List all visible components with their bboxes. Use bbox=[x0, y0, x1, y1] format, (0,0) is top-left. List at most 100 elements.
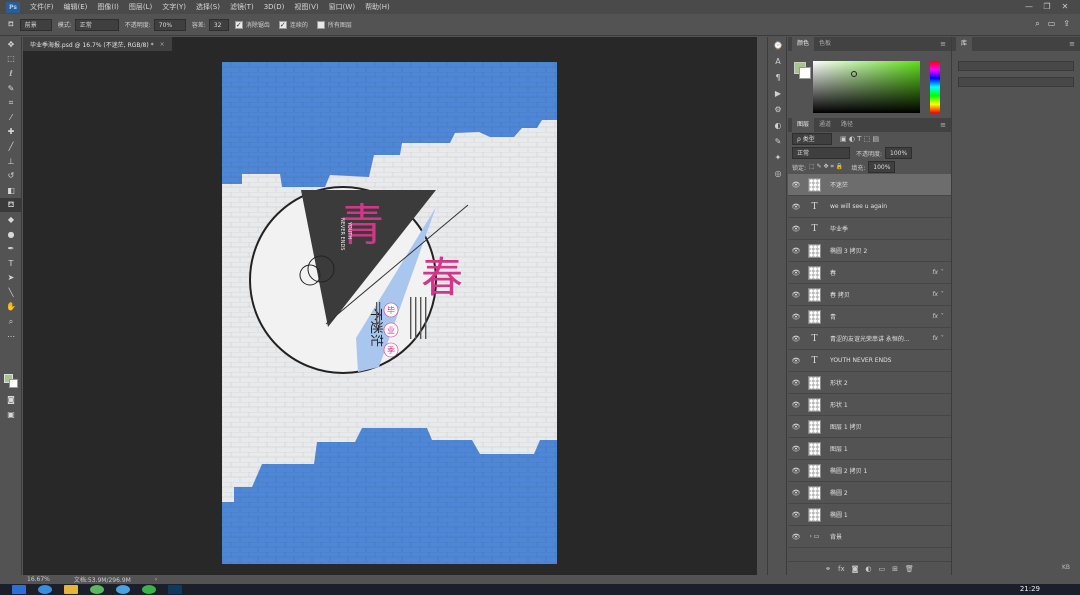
layer-row[interactable]: 👁 春 拷贝 fx ˅ bbox=[788, 284, 951, 306]
antialias-checkbox[interactable] bbox=[234, 20, 243, 29]
layer-effects-icon[interactable]: fx ˅ bbox=[932, 335, 943, 342]
marquee-tool-icon[interactable]: ⬚ bbox=[0, 52, 22, 67]
menu-item[interactable]: 文字(Y) bbox=[157, 0, 191, 14]
eyedropper-tool-icon[interactable]: ⁄ bbox=[0, 110, 22, 125]
layer-row[interactable]: 👁 › ▭ 背景 bbox=[788, 526, 951, 548]
group-icon[interactable]: ▭ bbox=[879, 565, 886, 573]
panel-menu-icon[interactable]: ≡ bbox=[940, 121, 946, 129]
tab-libraries[interactable]: 库 bbox=[956, 37, 973, 51]
color-bg-swatch[interactable] bbox=[799, 67, 811, 79]
photoshop-taskbar-icon[interactable] bbox=[168, 585, 182, 594]
tab-swatches[interactable]: 色板 bbox=[814, 37, 836, 51]
tab-color[interactable]: 颜色 bbox=[792, 37, 815, 51]
background-color[interactable] bbox=[9, 379, 18, 388]
visibility-eye-icon[interactable]: 👁 bbox=[788, 445, 804, 453]
wechat-icon[interactable] bbox=[142, 585, 156, 594]
contiguous-checkbox[interactable] bbox=[278, 20, 287, 29]
menu-item[interactable]: 窗口(W) bbox=[324, 0, 360, 14]
layer-row[interactable]: 👁 形状 2 bbox=[788, 372, 951, 394]
close-icon[interactable]: ✕ bbox=[1056, 0, 1074, 14]
zoom-tool-icon[interactable]: ⌕ bbox=[0, 314, 22, 329]
library-select[interactable] bbox=[958, 61, 1074, 71]
layer-row[interactable]: 👁 椭圆 2 bbox=[788, 482, 951, 504]
crop-tool-icon[interactable]: ⌗ bbox=[0, 95, 22, 110]
healing-tool-icon[interactable]: ✚ bbox=[0, 125, 22, 140]
color-field[interactable] bbox=[813, 61, 920, 113]
layer-row[interactable]: 👁 Twe will see u again bbox=[788, 196, 951, 218]
layer-filter-select[interactable]: ρ 类型 bbox=[792, 133, 832, 145]
layer-row[interactable]: 👁 T 毕业季 bbox=[788, 218, 951, 240]
layer-effects-icon[interactable]: fx ˅ bbox=[932, 269, 943, 276]
pen-tool-icon[interactable]: ✒ bbox=[0, 241, 22, 256]
library-search[interactable] bbox=[958, 77, 1074, 87]
adjustment-icon[interactable]: ◐ bbox=[865, 565, 871, 573]
all-layers-checkbox[interactable] bbox=[316, 20, 325, 29]
more-tools-icon[interactable]: ⋯ bbox=[0, 329, 22, 344]
properties-icon[interactable]: ⚙ bbox=[768, 101, 788, 117]
menu-item[interactable]: 滤镜(T) bbox=[225, 0, 259, 14]
layer-row[interactable]: 👁 椭圆 2 拷贝 1 bbox=[788, 460, 951, 482]
layer-row[interactable]: 👁 T 青涩的友谊光荣串讲 永恒的... fx ˅ bbox=[788, 328, 951, 350]
minimize-icon[interactable]: — bbox=[1020, 0, 1038, 14]
tab-paths[interactable]: 路径 bbox=[836, 118, 858, 132]
start-icon[interactable] bbox=[12, 585, 26, 594]
restore-icon[interactable]: ❐ bbox=[1038, 0, 1056, 14]
tab-layers[interactable]: 图层 bbox=[792, 118, 815, 132]
layer-row[interactable]: 👁 形状 1 bbox=[788, 394, 951, 416]
layer-effects-icon[interactable]: fx ˅ bbox=[932, 291, 943, 298]
visibility-eye-icon[interactable]: 👁 bbox=[788, 533, 804, 541]
document-tab[interactable]: 毕业季海报.psd @ 16.7% (不迷茫, RGB/8) * × bbox=[23, 37, 173, 51]
visibility-eye-icon[interactable]: 👁 bbox=[788, 401, 804, 409]
history-icon[interactable]: ⌚ bbox=[768, 37, 788, 53]
menu-item[interactable]: 3D(D) bbox=[259, 0, 290, 14]
paths-icon[interactable]: ◎ bbox=[768, 165, 788, 181]
brush-settings-icon[interactable]: ✎ bbox=[768, 133, 788, 149]
link-icon[interactable]: ⚭ bbox=[825, 565, 831, 573]
panel-menu-icon[interactable]: ≡ bbox=[940, 40, 946, 48]
layer-row[interactable]: 👁 图层 1 拷贝 bbox=[788, 416, 951, 438]
tab-channels[interactable]: 通道 bbox=[814, 118, 836, 132]
visibility-eye-icon[interactable]: 👁 bbox=[788, 247, 804, 255]
styles-icon[interactable]: ✦ bbox=[768, 149, 788, 165]
stamp-tool-icon[interactable]: ⊥ bbox=[0, 154, 22, 169]
app-icon[interactable] bbox=[90, 585, 104, 594]
close-icon[interactable]: × bbox=[160, 41, 165, 48]
layer-row[interactable]: 👁 T YOUTH NEVER ENDS bbox=[788, 350, 951, 372]
fill-source-select[interactable]: 前景 bbox=[19, 18, 52, 31]
character-icon[interactable]: A bbox=[768, 53, 788, 69]
browser-icon[interactable] bbox=[38, 585, 52, 594]
trash-icon[interactable]: 🗑 bbox=[905, 565, 914, 573]
visibility-eye-icon[interactable]: 👁 bbox=[788, 203, 804, 211]
quick-mask-icon[interactable]: ◙ bbox=[0, 392, 22, 407]
quick-select-tool-icon[interactable]: ✎ bbox=[0, 81, 22, 96]
eraser-tool-icon[interactable]: ◧ bbox=[0, 183, 22, 198]
share-icon[interactable]: ⇪ bbox=[1063, 19, 1070, 29]
lock-icons[interactable]: ⬚ ✎ ✥ ⌗ 🔒 bbox=[809, 163, 843, 171]
blend-mode-select[interactable]: 正常 bbox=[792, 147, 850, 159]
paint-bucket-tool-icon[interactable]: ⛾ bbox=[0, 197, 22, 213]
hand-tool-icon[interactable]: ✋ bbox=[0, 300, 22, 315]
screen-mode-icon[interactable]: ▣ bbox=[0, 407, 22, 422]
visibility-eye-icon[interactable]: 👁 bbox=[788, 269, 804, 277]
visibility-eye-icon[interactable]: 👁 bbox=[788, 291, 804, 299]
visibility-eye-icon[interactable]: 👁 bbox=[788, 511, 804, 519]
search-icon[interactable]: ⌕ bbox=[1035, 19, 1039, 29]
paint-bucket-tool-icon[interactable]: ⛾ bbox=[8, 20, 14, 29]
layer-row[interactable]: 👁 椭圆 1 bbox=[788, 504, 951, 526]
layer-row[interactable]: 👁 青 fx ˅ bbox=[788, 306, 951, 328]
visibility-eye-icon[interactable]: 👁 bbox=[788, 423, 804, 431]
menu-item[interactable]: 帮助(H) bbox=[360, 0, 395, 14]
hue-slider[interactable] bbox=[930, 61, 940, 113]
opacity-input[interactable]: 70% bbox=[153, 18, 186, 31]
workspace-icon[interactable]: ▭ bbox=[1048, 19, 1056, 29]
history-brush-tool-icon[interactable]: ↺ bbox=[0, 168, 22, 183]
mask-icon[interactable]: ◙ bbox=[852, 565, 859, 573]
menu-item[interactable]: 视图(V) bbox=[289, 0, 323, 14]
lasso-tool-icon[interactable]: ℓ bbox=[0, 66, 22, 81]
visibility-eye-icon[interactable]: 👁 bbox=[788, 335, 804, 343]
layer-opacity-input[interactable]: 100% bbox=[885, 147, 913, 159]
zoom-level[interactable]: 16.67% bbox=[27, 576, 50, 583]
visibility-eye-icon[interactable]: 👁 bbox=[788, 357, 804, 365]
layer-row[interactable]: 👁 春 fx ˅ bbox=[788, 262, 951, 284]
layer-row[interactable]: 👁 不迷茫 bbox=[788, 174, 951, 196]
